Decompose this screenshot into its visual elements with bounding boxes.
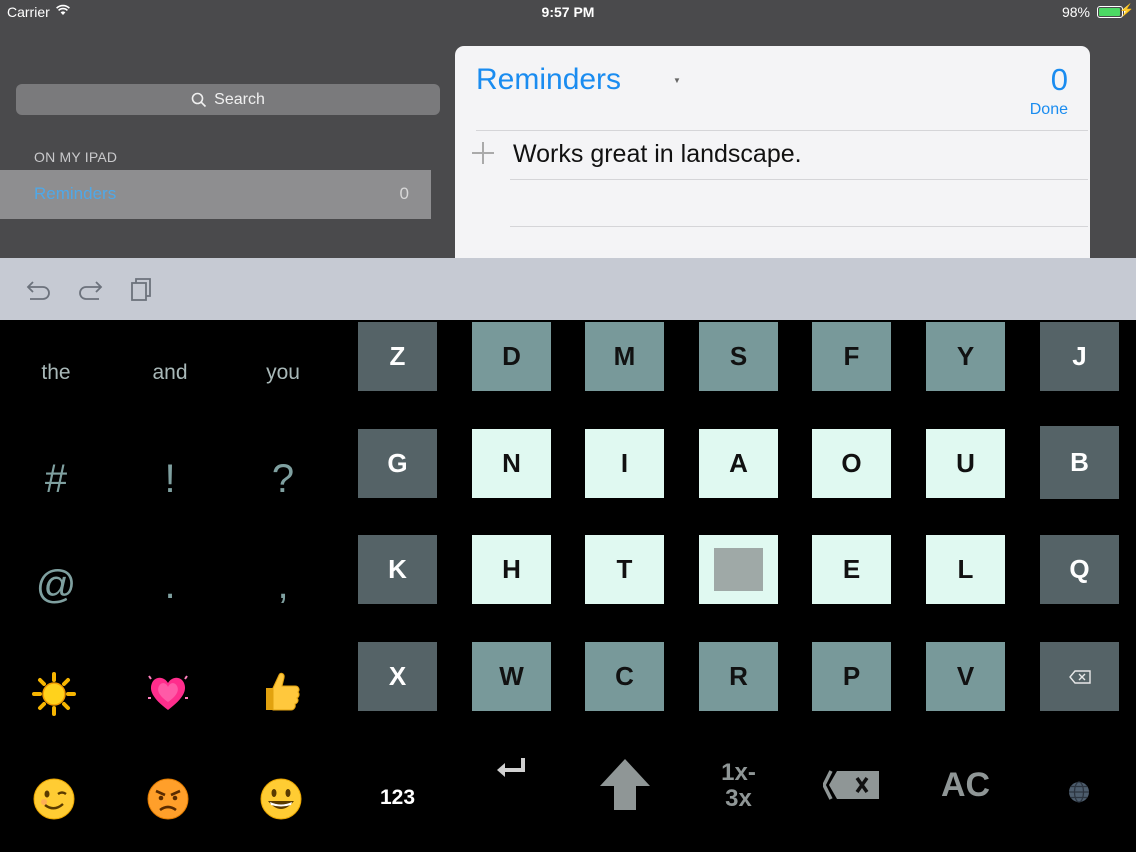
key-e[interactable]: E [812, 535, 891, 604]
key-g[interactable]: G [358, 429, 437, 498]
multiplier-bottom: 3x [725, 785, 752, 812]
key-v[interactable]: V [926, 642, 1005, 711]
sparkling-heart-emoji[interactable] [146, 670, 190, 714]
key-a[interactable]: A [699, 429, 778, 498]
key-c[interactable]: C [585, 642, 664, 711]
charging-icon: ⚡ [1119, 3, 1134, 17]
sidebar-item-reminders[interactable]: Reminders 0 [0, 170, 431, 219]
divider [510, 179, 1088, 180]
undo-icon[interactable] [25, 276, 53, 302]
clear-all-key[interactable]: AC [926, 766, 1005, 805]
battery-percentage: 98% [1061, 4, 1090, 20]
key-l[interactable]: L [926, 535, 1005, 604]
symbol-key[interactable]: , [233, 563, 333, 608]
delete-word-icon[interactable] [823, 768, 881, 802]
globe-icon[interactable] [1067, 780, 1091, 804]
caret-down-icon[interactable]: ▼ [673, 76, 681, 85]
backspace-icon [1068, 669, 1091, 684]
search-field[interactable]: Search [16, 84, 440, 115]
symbol-key[interactable]: @ [6, 563, 106, 608]
key-q[interactable]: Q [1040, 535, 1119, 604]
key-b[interactable]: B [1040, 426, 1119, 499]
symbol-key[interactable]: ! [120, 457, 220, 502]
list-title: Reminders [476, 63, 622, 96]
key-j[interactable]: J [1040, 322, 1119, 391]
key-x[interactable]: X [358, 642, 437, 711]
key-r[interactable]: R [699, 642, 778, 711]
key-s[interactable]: S [699, 322, 778, 391]
symbol-key[interactable]: ? [233, 457, 333, 502]
sidebar-item-label: Reminders [34, 184, 117, 203]
suggestion[interactable]: and [120, 361, 220, 385]
thumbs-up-emoji[interactable] [258, 668, 302, 712]
symbol-key[interactable]: . [120, 563, 220, 608]
grinning-face-emoji[interactable] [259, 777, 303, 821]
key-o[interactable]: O [812, 429, 891, 498]
redo-icon[interactable] [76, 276, 104, 302]
section-header: ON MY IPAD [34, 149, 118, 165]
keyboard: the and you # ! ? @ . , Z D M S F Y J G … [0, 320, 1136, 852]
status-time: 9:57 PM [541, 4, 595, 20]
key-y[interactable]: Y [926, 322, 1005, 391]
multiplier-key[interactable]: 1x- 3x [699, 760, 778, 812]
key-m[interactable]: M [585, 322, 664, 391]
space-indicator [714, 548, 763, 591]
status-bar: Carrier 9:57 PM 98% ⚡ [0, 0, 1136, 24]
sidebar-item-count: 0 [399, 184, 409, 203]
reminder-count: 0 [1050, 62, 1068, 97]
key-p[interactable]: P [812, 642, 891, 711]
keyboard-toolbar [0, 258, 1136, 320]
key-h[interactable]: H [472, 535, 551, 604]
divider [510, 226, 1088, 227]
numbers-key[interactable]: 123 [358, 786, 437, 810]
app-area: Carrier 9:57 PM 98% ⚡ Search ON MY IPAD … [0, 0, 1136, 258]
suggestion[interactable]: you [233, 361, 333, 385]
key-u[interactable]: U [926, 429, 1005, 498]
reminder-item[interactable]: Works great in landscape. [513, 140, 802, 169]
shift-icon[interactable] [598, 756, 652, 812]
search-icon [191, 92, 207, 107]
done-button[interactable]: Done [1030, 101, 1068, 119]
key-w[interactable]: W [472, 642, 551, 711]
backspace-key[interactable] [1040, 642, 1119, 711]
winking-face-emoji[interactable] [32, 777, 76, 821]
sun-emoji[interactable] [32, 672, 76, 716]
key-k[interactable]: K [358, 535, 437, 604]
add-icon[interactable] [472, 142, 494, 164]
multiplier-top: 1x- [721, 759, 756, 786]
search-label: Search [214, 90, 265, 108]
key-i[interactable]: I [585, 429, 664, 498]
key-d[interactable]: D [472, 322, 551, 391]
suggestion[interactable]: the [6, 361, 106, 385]
return-icon[interactable] [493, 756, 529, 782]
key-n[interactable]: N [472, 429, 551, 498]
paste-icon[interactable] [128, 276, 156, 302]
space-key[interactable] [699, 535, 778, 604]
key-f[interactable]: F [812, 322, 891, 391]
symbol-key[interactable]: # [6, 457, 106, 502]
divider [476, 130, 1088, 131]
angry-face-emoji[interactable] [146, 777, 190, 821]
key-z[interactable]: Z [358, 322, 437, 391]
key-t[interactable]: T [585, 535, 664, 604]
reminders-card: Reminders ▼ 0 Done Works great in landsc… [455, 46, 1090, 258]
